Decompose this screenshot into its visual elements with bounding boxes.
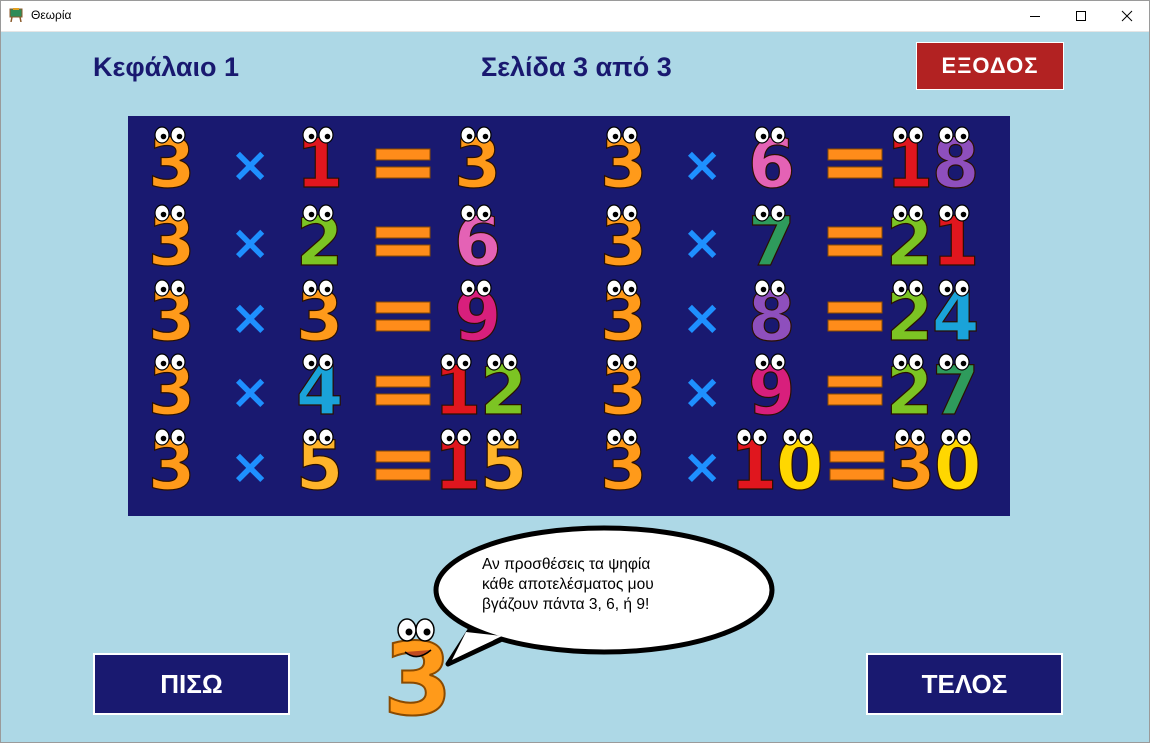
equals-bar-top <box>375 226 431 239</box>
result-digit-2: 2 <box>885 277 934 357</box>
equals-bar-top <box>375 148 431 161</box>
equation-3x1: 3 × 1 3 <box>147 124 502 204</box>
equation-3x4: 3 × 4 12 <box>147 351 528 431</box>
equation-3x8: 3 × 8 24 <box>599 277 980 357</box>
equals-bar-top <box>827 375 883 388</box>
equals-bar-bottom <box>375 468 431 481</box>
chapter-title: Κεφάλαιο 1 <box>93 52 240 82</box>
times-sign: × <box>682 439 722 495</box>
times-sign: × <box>230 137 270 193</box>
equals-bar-bottom <box>375 319 431 332</box>
exit-button[interactable]: ΕΞΟΔΟΣ <box>916 42 1064 90</box>
equals-bar-bottom <box>375 166 431 179</box>
equals-bar-bottom <box>827 166 883 179</box>
times-sign: × <box>682 137 722 193</box>
equation-3x2: 3 × 2 6 <box>147 202 502 282</box>
equation-3x9: 3 × 9 27 <box>599 351 980 431</box>
multiplier-digit-1: 1 <box>729 426 778 506</box>
result-digit-6: 6 <box>453 202 502 282</box>
multiplier-digit-7: 7 <box>747 202 796 282</box>
speech-line-3: βγάζουν πάντα 3, 6, ή 9! <box>482 596 650 613</box>
result-digit-4: 4 <box>931 277 980 357</box>
multiplicand-digit-3: 3 <box>599 351 648 431</box>
multiplicand-digit-3: 3 <box>147 277 196 357</box>
equation-3x3: 3 × 3 9 <box>147 277 502 357</box>
easel-icon <box>9 8 23 22</box>
times-sign: × <box>230 290 270 346</box>
multiplicand-digit-3: 3 <box>599 277 648 357</box>
equals-bar-bottom <box>829 468 885 481</box>
times-sign: × <box>230 439 270 495</box>
result-digit-2: 2 <box>479 351 528 431</box>
multiplicand-digit-3: 3 <box>147 426 196 506</box>
times-sign: × <box>682 215 722 271</box>
multiplicand-digit-3: 3 <box>147 351 196 431</box>
result-digit-5: 5 <box>479 426 528 506</box>
number-three-mascot-icon: 3 <box>382 618 454 722</box>
speech-line-2: κάθε αποτελέσματος μου <box>482 576 654 593</box>
equals-bar-top <box>827 226 883 239</box>
result-digit-3: 3 <box>453 124 502 204</box>
multiplier-digit-3: 3 <box>295 277 344 357</box>
page-indicator: Σελίδα 3 από 3 <box>481 52 672 82</box>
multiplier-digit-0: 0 <box>775 426 824 506</box>
maximize-button[interactable] <box>1058 0 1104 31</box>
result-digit-0: 0 <box>933 426 982 506</box>
multiplier-digit-6: 6 <box>747 124 796 204</box>
result-digit-1: 1 <box>885 124 934 204</box>
equation-3x6: 3 × 6 18 <box>599 124 980 204</box>
result-digit-2: 2 <box>885 351 934 431</box>
back-button[interactable]: ΠΙΣΩ <box>93 653 290 715</box>
times-sign: × <box>230 215 270 271</box>
times-sign: × <box>230 364 270 420</box>
multiplier-digit-9: 9 <box>747 351 796 431</box>
speech-bubble-text: Αν προσθέσεις τα ψηφία κάθε αποτελέσματο… <box>482 555 712 615</box>
equals-bar-bottom <box>827 244 883 257</box>
minimize-icon <box>1030 15 1040 17</box>
equation-3x5: 3 × 5 15 <box>147 426 528 506</box>
equals-bar-bottom <box>827 319 883 332</box>
minimize-button[interactable] <box>1012 0 1058 31</box>
equals-bar-top <box>375 301 431 314</box>
times-sign: × <box>682 290 722 346</box>
equals-bar-bottom <box>375 244 431 257</box>
equals-bar-bottom <box>375 393 431 406</box>
multiplication-table-image: 3 × 1 3 3 × 2 6 3 × 3 9 3 × 4 1 2 3 × 5 1 5 3 × 6 1 8 3 × 7 2 1 3 × 8 2 4 3 × 9… <box>128 116 1010 516</box>
end-button[interactable]: ΤΕΛΟΣ <box>866 653 1063 715</box>
result-digit-2: 2 <box>885 202 934 282</box>
multiplier-digit-1: 1 <box>295 124 344 204</box>
multiplicand-digit-3: 3 <box>599 426 648 506</box>
multiplier-digit-8: 8 <box>747 277 796 357</box>
equals-bar-top <box>375 375 431 388</box>
times-table-3: 3 × 1 33 × 2 63 × 3 93 × 4 123 × 5 153 × 6 183 × 7 213 × 8 243 × 9… <box>147 124 982 506</box>
equation-3x7: 3 × 7 21 <box>599 202 980 282</box>
result-digit-7: 7 <box>931 351 980 431</box>
window-title: Θεωρία <box>31 8 72 22</box>
result-digit-1: 1 <box>433 426 482 506</box>
result-digit-3: 3 <box>887 426 936 506</box>
maximize-icon <box>1076 10 1086 21</box>
multiplicand-digit-3: 3 <box>147 202 196 282</box>
equals-bar-top <box>375 450 431 463</box>
result-digit-1: 1 <box>931 202 980 282</box>
multiplier-digit-2: 2 <box>295 202 344 282</box>
equals-bar-top <box>829 450 885 463</box>
equals-bar-top <box>827 301 883 314</box>
equation-3x10: 3 × 10 30 <box>599 426 982 506</box>
result-digit-1: 1 <box>433 351 482 431</box>
multiplier-digit-5: 5 <box>295 426 344 506</box>
equals-bar-bottom <box>827 393 883 406</box>
multiplicand-digit-3: 3 <box>599 202 648 282</box>
multiplicand-digit-3: 3 <box>599 124 648 204</box>
equals-bar-top <box>827 148 883 161</box>
multiplicand-digit-3: 3 <box>147 124 196 204</box>
title-bar[interactable]: Θεωρία <box>0 0 1150 32</box>
result-digit-8: 8 <box>931 124 980 204</box>
multiplier-digit-4: 4 <box>295 351 344 431</box>
speech-line-1: Αν προσθέσεις τα ψηφία <box>482 556 651 573</box>
close-icon <box>1121 10 1133 21</box>
result-digit-9: 9 <box>453 277 502 357</box>
times-sign: × <box>682 364 722 420</box>
close-button[interactable] <box>1104 0 1150 31</box>
